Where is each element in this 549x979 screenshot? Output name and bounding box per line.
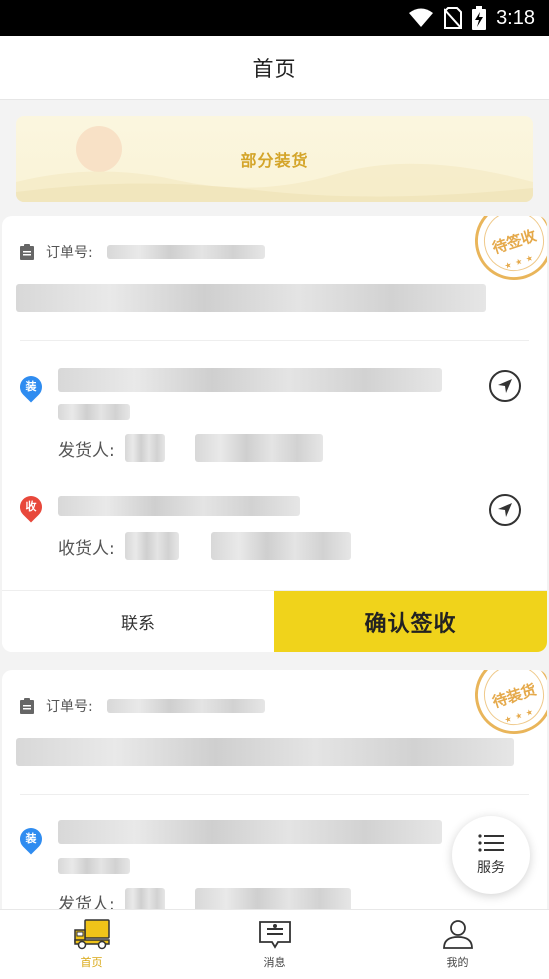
order-info-redacted <box>16 738 514 766</box>
receiver-name-redacted <box>124 532 179 560</box>
service-label: 服务 <box>477 860 505 876</box>
user-icon <box>442 920 473 949</box>
load-address-redacted <box>58 368 442 392</box>
load-navigation-button[interactable] <box>489 370 521 402</box>
status-bar: 3:18 <box>0 0 549 36</box>
load-badge-text: 装 <box>25 832 37 845</box>
shipper-phone-redacted <box>194 434 323 462</box>
order-number-label: 订单号: <box>46 245 93 261</box>
tab-messages-label: 消息 <box>263 956 286 969</box>
wifi-icon <box>409 8 434 27</box>
navigation-arrow-icon <box>498 503 512 517</box>
order-number-redacted <box>106 245 265 259</box>
service-button[interactable]: 服务 <box>452 816 530 894</box>
shipper-label: 发货人: <box>58 440 115 461</box>
order-number-row: 订单号: <box>20 696 265 716</box>
unload-address-redacted <box>58 496 300 516</box>
load-badge: 装 <box>15 371 47 403</box>
tab-profile[interactable]: 我的 <box>366 910 549 979</box>
unload-badge: 收 <box>15 491 47 523</box>
status-stamp: 待签收 ★★★ <box>464 216 547 291</box>
battery-charging-icon <box>472 6 487 30</box>
load-address-redacted-2 <box>58 858 130 874</box>
clock: 3:18 <box>496 6 535 29</box>
contact-button[interactable]: 联系 <box>2 591 274 652</box>
page-title: 首页 <box>252 56 297 81</box>
load-badge: 装 <box>15 823 47 855</box>
load-badge-text: 装 <box>25 380 37 393</box>
receiver-label: 收货人: <box>58 538 115 559</box>
divider <box>20 340 529 341</box>
no-sim-icon <box>444 7 463 29</box>
tab-messages[interactable]: 消息 <box>183 910 366 979</box>
truck-icon <box>73 919 110 950</box>
tab-profile-label: 我的 <box>446 956 469 969</box>
app-header: 首页 <box>0 36 549 100</box>
message-icon <box>258 921 291 949</box>
order-number-row: 订单号: <box>20 242 265 262</box>
banner-text: 部分装货 <box>240 151 309 170</box>
stamp-stars: ★★★ <box>503 705 538 725</box>
status-banner: 部分装货 <box>16 116 533 202</box>
confirm-receipt-button[interactable]: 确认签收 <box>274 591 547 652</box>
order-info-redacted <box>16 284 486 312</box>
stamp-stars: ★★★ <box>503 251 538 271</box>
order-card[interactable]: 待签收 ★★★ 订单号: 装 发货人: 收 收货人: 联系 确认签收 <box>2 216 547 652</box>
document-icon <box>20 244 34 260</box>
order-number-label: 订单号: <box>46 699 93 715</box>
tab-home[interactable]: 首页 <box>0 910 183 979</box>
shipper-row: 发货人: <box>58 434 323 462</box>
unload-navigation-button[interactable] <box>489 494 521 526</box>
unload-badge-text: 收 <box>25 500 37 513</box>
divider <box>20 794 529 795</box>
status-stamp: 待装货 ★★★ <box>464 670 547 745</box>
shipper-name-redacted <box>124 434 165 462</box>
order-number-redacted <box>106 699 265 713</box>
load-address-redacted <box>58 820 442 844</box>
receiver-row: 收货人: <box>58 532 351 560</box>
navigation-arrow-icon <box>498 379 512 393</box>
load-address-redacted-2 <box>58 404 130 420</box>
document-icon <box>20 698 34 714</box>
list-icon <box>478 834 504 852</box>
bottom-tab-bar: 首页 消息 我的 <box>0 909 549 979</box>
receiver-phone-redacted <box>210 532 351 560</box>
tab-home-label: 首页 <box>80 956 103 969</box>
order-card[interactable]: 待装货 ★★★ 订单号: 装 发货人: <box>2 670 547 930</box>
card-actions: 联系 确认签收 <box>2 590 547 652</box>
